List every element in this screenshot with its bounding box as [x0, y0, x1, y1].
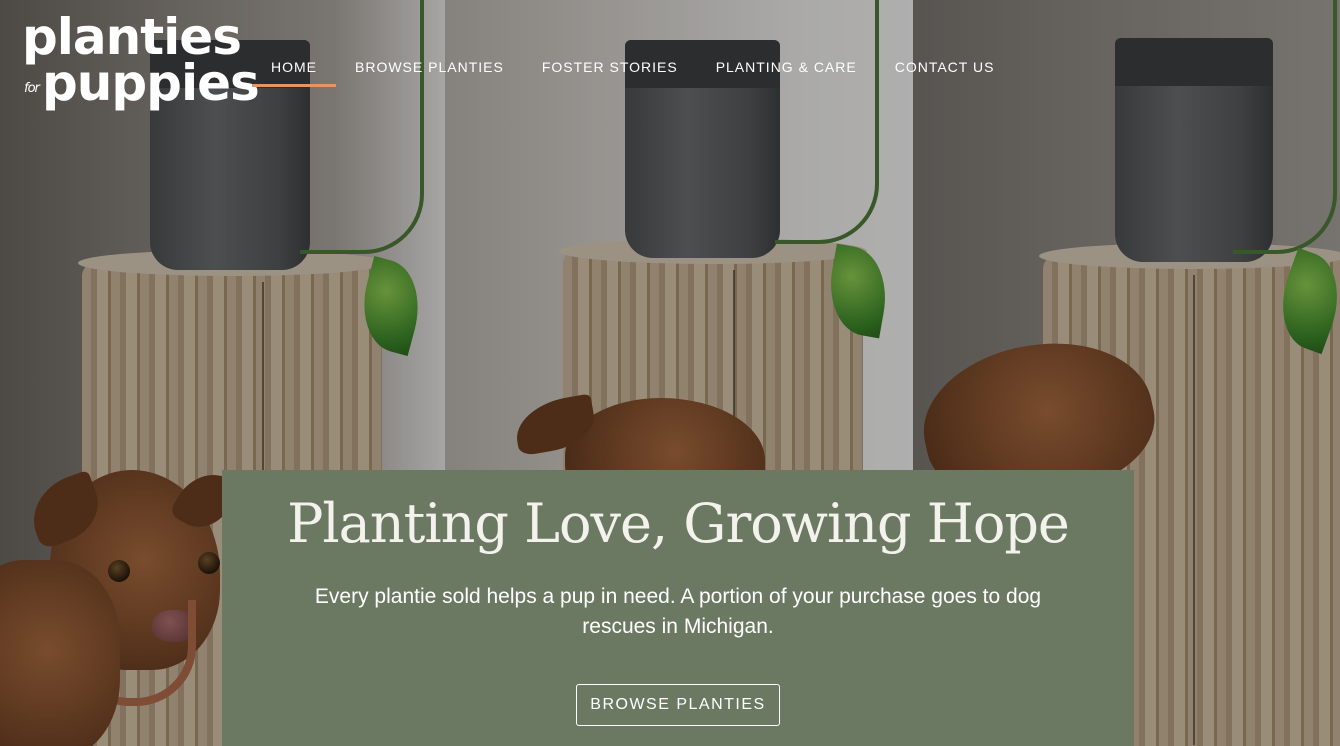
nav-planting-care[interactable]: PLANTING & CARE: [697, 56, 876, 87]
nav-foster-stories[interactable]: FOSTER STORIES: [523, 56, 697, 87]
hero-card: Planting Love, Growing Hope Every planti…: [222, 470, 1134, 746]
logo-wordmark-line2: for puppies: [22, 58, 260, 108]
logo-wordmark-puppies: puppies: [42, 54, 260, 112]
nav-home[interactable]: HOME: [252, 56, 336, 87]
logo-for: for: [24, 81, 40, 96]
dog-body: [0, 560, 120, 746]
plant-vine: [775, 0, 879, 244]
plant-vine: [300, 0, 424, 254]
dog-eye: [108, 560, 130, 582]
plant-vine: [1233, 0, 1337, 254]
main-navigation: HOME BROWSE PLANTIES FOSTER STORIES PLAN…: [252, 56, 1013, 87]
hero-subtitle: Every plantie sold helps a pup in need. …: [314, 585, 1042, 638]
dog-eye: [198, 552, 220, 574]
hero-title: Planting Love, Growing Hope: [287, 492, 1070, 555]
nav-browse-planties[interactable]: BROWSE PLANTIES: [336, 56, 523, 87]
browse-planties-button[interactable]: BROWSE PLANTIES: [576, 684, 780, 726]
nav-contact-us[interactable]: CONTACT US: [876, 56, 1014, 87]
site-logo[interactable]: planties for puppies: [22, 12, 260, 108]
